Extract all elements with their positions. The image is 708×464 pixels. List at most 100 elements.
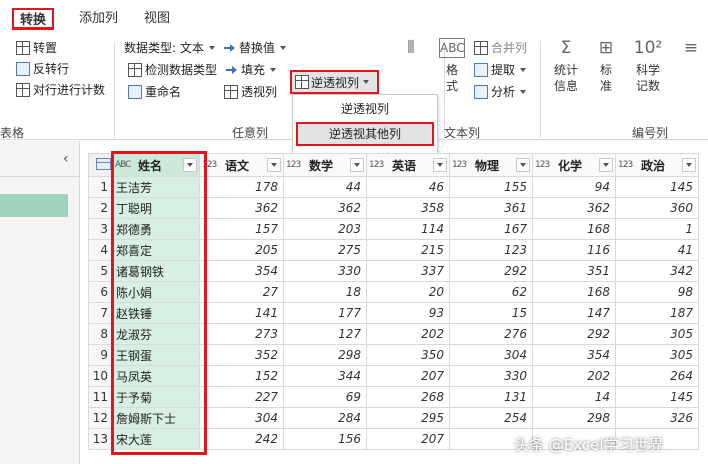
unpivot-columns-button[interactable]: 逆透视列 — [290, 70, 379, 94]
count-rows-button[interactable]: 对行进行计数 — [16, 80, 105, 100]
table-corner[interactable] — [88, 153, 113, 177]
filter-dropdown-icon[interactable] — [599, 158, 613, 172]
table-row[interactable]: 3 郑德勇 157 203 114 167 168 1 — [88, 218, 699, 240]
filter-dropdown-icon[interactable] — [682, 158, 696, 172]
table-row[interactable]: 6 陈小娟 27 18 20 62 168 98 — [88, 281, 699, 303]
score-cell[interactable]: 276 — [449, 323, 533, 345]
name-cell[interactable]: 王钢蛋 — [112, 344, 200, 366]
score-cell[interactable]: 157 — [199, 218, 284, 240]
extract-button[interactable]: 提取 — [474, 60, 527, 80]
score-cell[interactable]: 207 — [366, 365, 450, 387]
score-cell[interactable]: 178 — [199, 176, 284, 198]
data-type-dropdown[interactable]: 数据类型: 文本 — [124, 38, 215, 58]
score-cell[interactable]: 152 — [199, 365, 284, 387]
column-header-politics[interactable]: 123 政治 — [615, 153, 699, 177]
score-cell[interactable]: 14 — [532, 386, 616, 408]
name-cell[interactable]: 马凤英 — [112, 365, 200, 387]
name-cell[interactable]: 王洁芳 — [112, 176, 200, 198]
score-cell[interactable]: 15 — [449, 302, 533, 324]
name-cell[interactable]: 詹姆斯下士 — [112, 407, 200, 429]
score-cell[interactable]: 145 — [615, 386, 699, 408]
score-cell[interactable]: 330 — [449, 365, 533, 387]
score-cell[interactable]: 69 — [283, 386, 367, 408]
score-cell[interactable]: 350 — [366, 344, 450, 366]
score-cell[interactable]: 284 — [283, 407, 367, 429]
filter-dropdown-icon[interactable] — [516, 158, 530, 172]
score-cell[interactable]: 93 — [366, 302, 450, 324]
fill-button[interactable]: 填充 — [224, 60, 277, 80]
score-cell[interactable]: 156 — [283, 428, 367, 450]
score-cell[interactable]: 275 — [283, 239, 367, 261]
score-cell[interactable]: 168 — [532, 218, 616, 240]
table-row[interactable]: 7 赵铁锤 141 177 93 15 147 187 — [88, 302, 699, 324]
score-cell[interactable]: 46 — [366, 176, 450, 198]
replace-values-button[interactable]: 替换值 — [222, 38, 287, 58]
score-cell[interactable]: 362 — [532, 197, 616, 219]
score-cell[interactable]: 145 — [615, 176, 699, 198]
tab-transform[interactable]: 转换 — [12, 8, 55, 30]
filter-dropdown-icon[interactable] — [183, 158, 197, 172]
score-cell[interactable]: 273 — [199, 323, 284, 345]
score-cell[interactable]: 177 — [283, 302, 367, 324]
name-cell[interactable]: 诸葛钢铁 — [112, 260, 200, 282]
score-cell[interactable]: 298 — [283, 344, 367, 366]
score-cell[interactable]: 94 — [532, 176, 616, 198]
score-cell[interactable]: 114 — [366, 218, 450, 240]
score-cell[interactable]: 362 — [199, 197, 284, 219]
column-header-chemistry[interactable]: 123 化学 — [532, 153, 616, 177]
table-row[interactable]: 5 诸葛钢铁 354 330 337 292 351 342 — [88, 260, 699, 282]
filter-dropdown-icon[interactable] — [350, 158, 364, 172]
score-cell[interactable]: 1 — [615, 218, 699, 240]
score-cell[interactable]: 354 — [532, 344, 616, 366]
table-row[interactable]: 2 丁聪明 362 362 358 361 362 360 — [88, 197, 699, 219]
score-cell[interactable]: 41 — [615, 239, 699, 261]
score-cell[interactable]: 326 — [615, 407, 699, 429]
menu-item-unpivot-columns[interactable]: 逆透视列 — [293, 97, 437, 121]
name-cell[interactable]: 郑德勇 — [112, 218, 200, 240]
score-cell[interactable]: 351 — [532, 260, 616, 282]
score-cell[interactable]: 342 — [615, 260, 699, 282]
table-row[interactable]: 8 龙淑芬 273 127 202 276 292 305 — [88, 323, 699, 345]
pivot-column-button[interactable]: 透视列 — [224, 82, 277, 102]
score-cell[interactable]: 127 — [283, 323, 367, 345]
column-header-english[interactable]: 123 英语 — [366, 153, 450, 177]
table-row[interactable]: 1 王洁芳 178 44 46 155 94 145 — [88, 176, 699, 198]
score-cell[interactable]: 254 — [449, 407, 533, 429]
score-cell[interactable]: 168 — [532, 281, 616, 303]
rename-button[interactable]: 重命名 — [128, 82, 181, 102]
score-cell[interactable]: 141 — [199, 302, 284, 324]
standard-button[interactable]: ⊞ 标 准 — [592, 38, 620, 94]
score-cell[interactable]: 295 — [366, 407, 450, 429]
name-cell[interactable]: 赵铁锤 — [112, 302, 200, 324]
score-cell[interactable]: 242 — [199, 428, 284, 450]
score-cell[interactable]: 360 — [615, 197, 699, 219]
score-cell[interactable]: 44 — [283, 176, 367, 198]
column-header-name[interactable]: ABC 姓名 — [112, 153, 200, 177]
score-cell[interactable]: 292 — [449, 260, 533, 282]
score-cell[interactable]: 304 — [449, 344, 533, 366]
trig-button[interactable]: ≡ — [676, 38, 706, 58]
parse-button[interactable]: 分析 — [474, 82, 527, 102]
score-cell[interactable]: 264 — [615, 365, 699, 387]
score-cell[interactable]: 116 — [532, 239, 616, 261]
score-cell[interactable]: 305 — [615, 323, 699, 345]
score-cell[interactable]: 215 — [366, 239, 450, 261]
column-header-physics[interactable]: 123 物理 — [449, 153, 533, 177]
score-cell[interactable]: 337 — [366, 260, 450, 282]
score-cell[interactable]: 131 — [449, 386, 533, 408]
tab-view[interactable]: 视图 — [138, 8, 176, 30]
tab-add-column[interactable]: 添加列 — [73, 8, 124, 30]
score-cell[interactable]: 227 — [199, 386, 284, 408]
score-cell[interactable]: 292 — [532, 323, 616, 345]
filter-dropdown-icon[interactable] — [267, 158, 281, 172]
score-cell[interactable]: 330 — [283, 260, 367, 282]
score-cell[interactable]: 123 — [449, 239, 533, 261]
filter-dropdown-icon[interactable] — [433, 158, 447, 172]
table-row[interactable]: 11 于予菊 227 69 268 131 14 145 — [88, 386, 699, 408]
selected-query-item[interactable] — [0, 194, 68, 217]
score-cell[interactable]: 203 — [283, 218, 367, 240]
score-cell[interactable]: 207 — [366, 428, 450, 450]
name-cell[interactable]: 陈小娟 — [112, 281, 200, 303]
score-cell[interactable]: 344 — [283, 365, 367, 387]
statistics-button[interactable]: Σ 统计 信息 — [548, 38, 584, 94]
